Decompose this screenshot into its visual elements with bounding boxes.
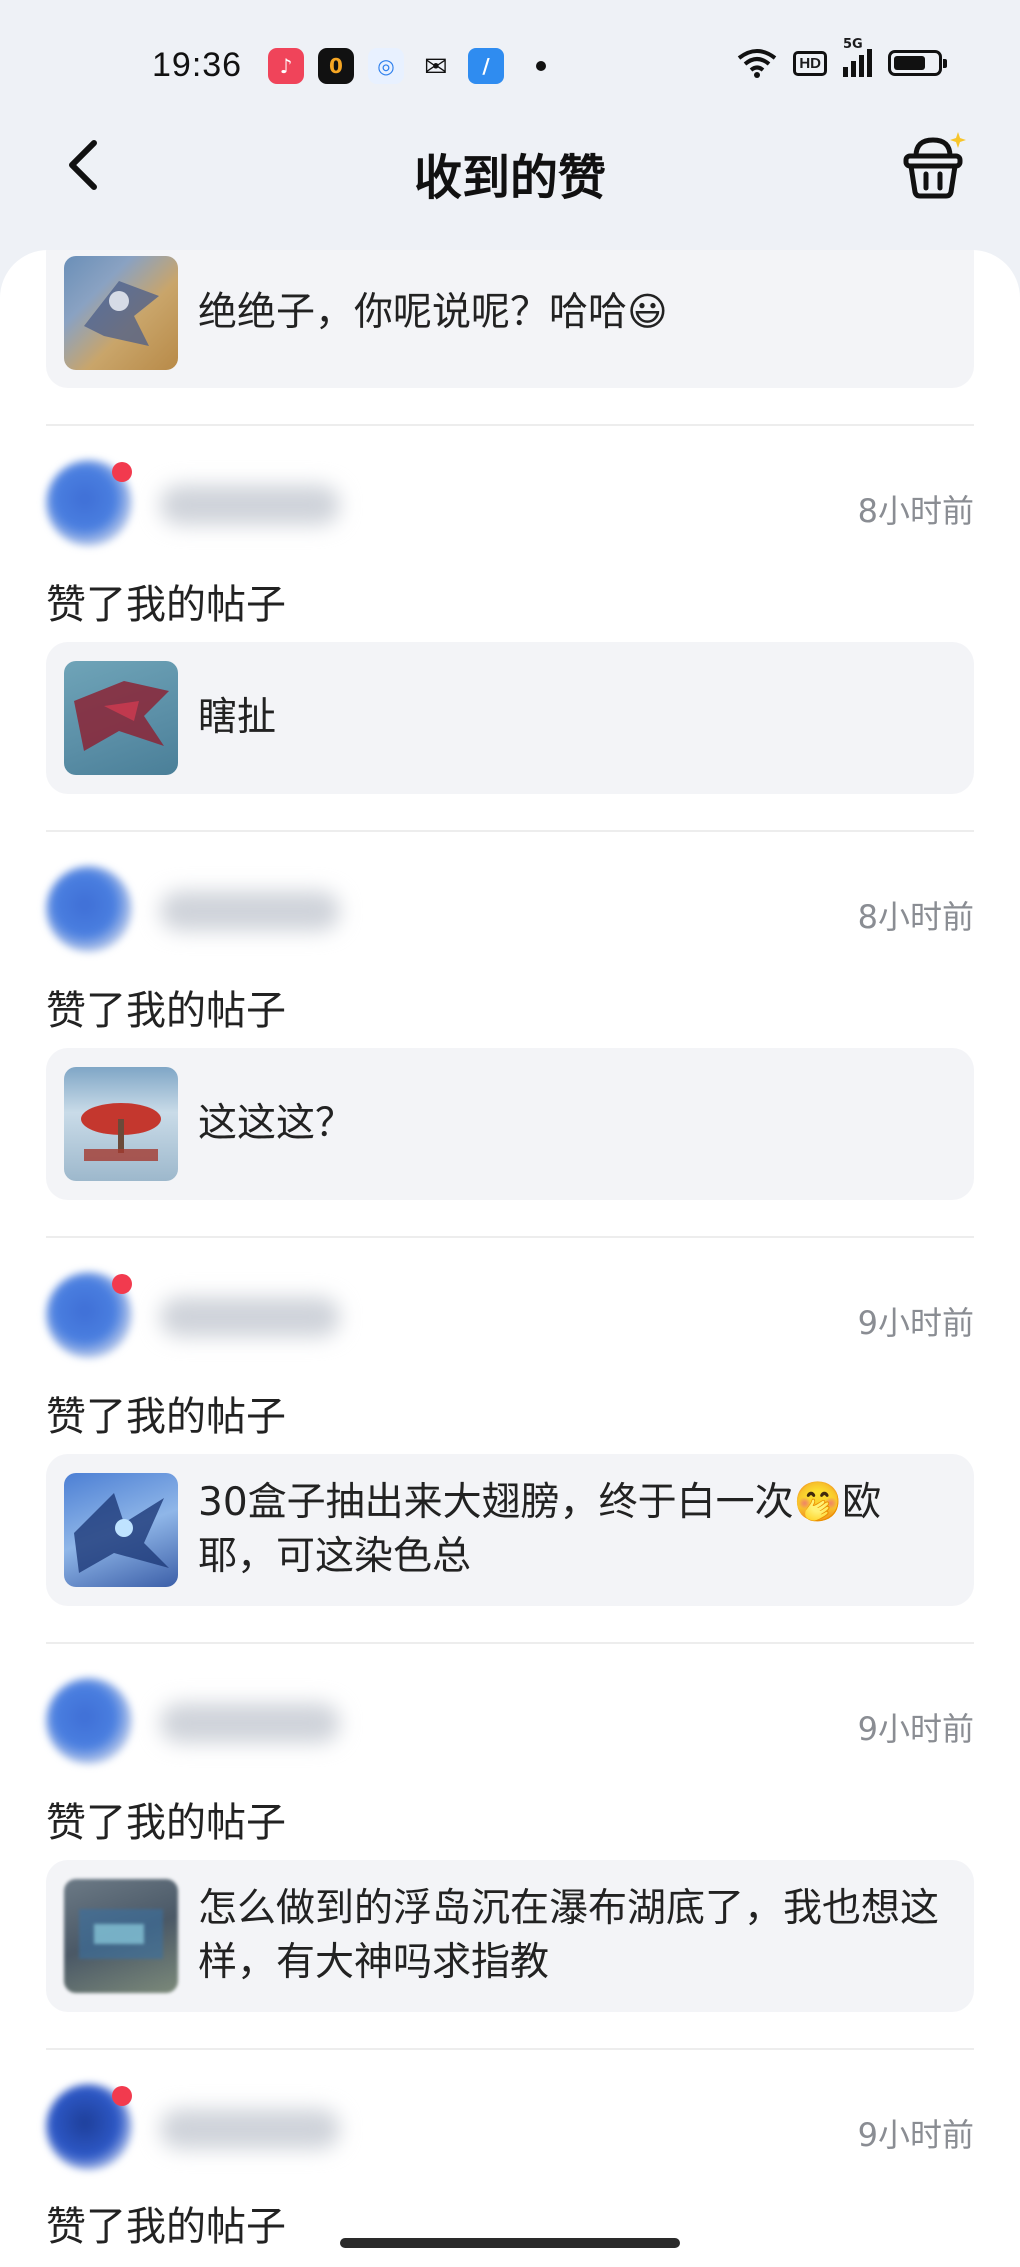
- timestamp: 8小时前: [857, 492, 974, 530]
- action-text: 赞了我的帖子: [46, 1800, 286, 1846]
- avatar[interactable]: [46, 1678, 132, 1764]
- page-title: 收到的赞: [413, 150, 606, 206]
- post-text: 怎么做到的浮岛沉在瀑布湖底了，我也想这样，有大神吗求指教: [198, 1886, 940, 1985]
- basket-button[interactable]: [898, 132, 968, 202]
- unread-dot: [112, 2086, 132, 2106]
- unread-dot: [112, 1274, 132, 1294]
- likes-list: 绝绝子，你呢说呢？哈哈😃 8小时前 赞了我的帖子 瞎扯 8小时前 赞了我的帖子 …: [0, 250, 1020, 2267]
- divider: [46, 424, 974, 426]
- post-card[interactable]: 怎么做到的浮岛沉在瀑布湖底了，我也想这样，有大神吗求指教: [46, 1860, 974, 2012]
- home-indicator[interactable]: [340, 2238, 680, 2248]
- divider: [46, 1236, 974, 1238]
- action-text: 赞了我的帖子: [46, 582, 286, 628]
- system-icons: HD 5G: [737, 37, 947, 78]
- wifi-icon: [738, 49, 777, 78]
- timestamp: 9小时前: [857, 1304, 974, 1342]
- divider: [46, 1642, 974, 1644]
- timestamp: 8小时前: [857, 898, 974, 936]
- battery-icon: [888, 50, 947, 76]
- username[interactable]: [160, 1703, 340, 1743]
- o-app-icon: 0: [318, 48, 354, 84]
- post-text: 30盒子抽出来大翅膀，终于白一次🤭欧耶，可这染色总: [198, 1480, 882, 1579]
- hd-icon: HD: [793, 50, 827, 76]
- username[interactable]: [160, 485, 340, 525]
- username[interactable]: [160, 1297, 340, 1337]
- action-text: 赞了我的帖子: [46, 988, 286, 1034]
- more-notifications-dot: [536, 61, 546, 71]
- post-card[interactable]: 这这这？: [46, 1048, 974, 1200]
- post-text: 绝绝子，你呢说呢？哈哈😃: [198, 290, 668, 335]
- post-card[interactable]: 30盒子抽出来大翅膀，终于白一次🤭欧耶，可这染色总: [46, 1454, 974, 1606]
- browser-icon: ◎: [368, 48, 404, 84]
- action-text: 赞了我的帖子: [46, 2204, 286, 2250]
- notification-app-icons: ♪ 0 ◎ ✉ /: [268, 48, 546, 84]
- post-thumbnail: [64, 1473, 178, 1587]
- post-thumbnail: [64, 1879, 178, 1993]
- unread-dot: [112, 462, 132, 482]
- music-app-icon: ♪: [268, 48, 304, 84]
- basket-icon: [903, 132, 966, 199]
- post-thumbnail: [64, 256, 178, 370]
- post-thumbnail: [64, 1067, 178, 1181]
- signal-icon: 5G: [843, 37, 872, 77]
- divider: [46, 2048, 974, 2050]
- post-card[interactable]: 瞎扯: [46, 642, 974, 794]
- username[interactable]: [160, 2109, 340, 2149]
- wechat-icon: ✉: [424, 49, 448, 83]
- divider: [46, 830, 974, 832]
- action-text: 赞了我的帖子: [46, 1394, 286, 1440]
- username[interactable]: [160, 891, 340, 931]
- post-thumbnail: [64, 661, 178, 775]
- post-card[interactable]: 绝绝子，你呢说呢？哈哈😃: [46, 250, 974, 388]
- avatar[interactable]: [46, 866, 132, 952]
- status-time: 19:36: [152, 46, 243, 84]
- timestamp: 9小时前: [857, 2116, 974, 2154]
- feather-app-icon: /: [468, 48, 504, 84]
- post-text: 瞎扯: [198, 695, 277, 740]
- status-bar: 19:36 ♪ 0 ◎ ✉ / HD 5G: [0, 0, 1020, 130]
- timestamp: 9小时前: [857, 1710, 974, 1748]
- post-text: 这这这？: [198, 1101, 355, 1146]
